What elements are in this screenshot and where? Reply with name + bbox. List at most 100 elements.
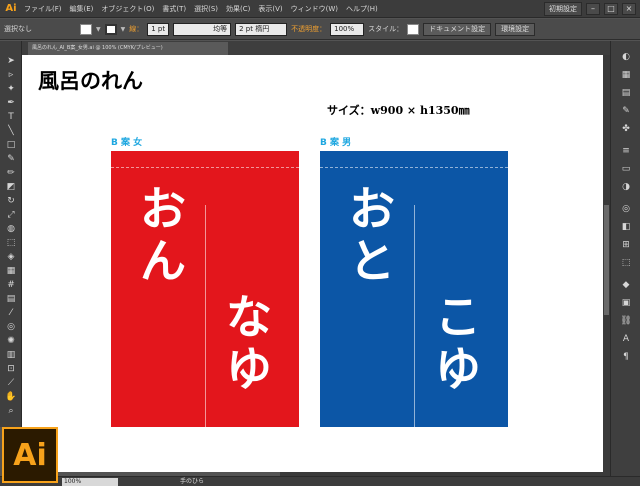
- curtain-split-line: [205, 205, 206, 427]
- type-tool-icon[interactable]: T: [5, 111, 17, 123]
- opacity-field[interactable]: 100%: [330, 22, 365, 36]
- scale-tool-icon[interactable]: ⤢: [5, 209, 17, 221]
- slice-tool-icon[interactable]: ⟋: [5, 377, 17, 389]
- transform-panel-icon[interactable]: ⬚: [620, 257, 632, 269]
- fill-swatch[interactable]: [80, 23, 92, 35]
- blend-tool-icon[interactable]: ◎: [5, 321, 17, 333]
- noren-male[interactable]: おと こゆ: [320, 151, 508, 427]
- illustrator-logo-badge: Ai: [2, 427, 58, 483]
- workspace-switcher[interactable]: 初期設定: [544, 2, 582, 16]
- illustrator-window: Ai ファイル(F) 編集(E) オブジェクト(O) 書式(T) 選択(S) 効…: [0, 0, 640, 486]
- hand-tool-icon[interactable]: ✋: [5, 391, 17, 403]
- links-panel-icon[interactable]: ⛓: [620, 315, 632, 327]
- document-tab[interactable]: 風呂のれん_AI_B案_女男.ai @ 100% (CMYK/プレビュー): [28, 42, 228, 55]
- maximize-icon[interactable]: □: [604, 3, 618, 15]
- symbol-sprayer-tool-icon[interactable]: ✺: [5, 335, 17, 347]
- direct-selection-tool-icon[interactable]: ▹: [5, 69, 17, 81]
- artboards-panel-icon[interactable]: ▣: [620, 297, 632, 309]
- menu-bar: Ai ファイル(F) 編集(E) オブジェクト(O) 書式(T) 選択(S) 効…: [0, 0, 640, 18]
- appearance-panel-icon[interactable]: ◎: [620, 203, 632, 215]
- rectangle-tool-icon[interactable]: □: [5, 139, 17, 151]
- magic-wand-icon[interactable]: ✦: [5, 83, 17, 95]
- graph-tool-icon[interactable]: ▥: [5, 349, 17, 361]
- current-tool-status: 手のひら: [180, 478, 205, 485]
- menu-file[interactable]: ファイル(F): [20, 0, 66, 18]
- selection-status: 選択なし: [4, 25, 32, 33]
- noren-text-upper: おん: [140, 182, 186, 288]
- brush-select[interactable]: 2 pt 楕円: [235, 22, 288, 36]
- menu-edit[interactable]: 編集(E): [66, 0, 98, 18]
- paragraph-panel-icon[interactable]: ¶: [620, 351, 632, 363]
- chevron-down-icon[interactable]: ▼: [121, 26, 126, 33]
- noren-text-upper: おと: [349, 182, 395, 288]
- opacity-label[interactable]: 不透明度：: [291, 24, 326, 34]
- stroke-panel-icon[interactable]: ≡: [620, 145, 632, 157]
- menu-window[interactable]: ウィンドウ(W): [287, 0, 342, 18]
- stroke-swatch[interactable]: [104, 23, 117, 35]
- eyedropper-tool-icon[interactable]: ⁄: [5, 307, 17, 319]
- status-bar: 100% 手のひら: [0, 476, 640, 486]
- layers-panel-icon[interactable]: ◆: [620, 279, 632, 291]
- free-transform-tool-icon[interactable]: ⬚: [5, 237, 17, 249]
- preferences-button[interactable]: 環境設定: [495, 22, 536, 36]
- zoom-level-field[interactable]: 100%: [62, 478, 118, 486]
- plan-label-female: B 案 女: [111, 138, 143, 148]
- chevron-down-icon[interactable]: ▼: [96, 26, 101, 33]
- eraser-tool-icon[interactable]: ◩: [5, 181, 17, 193]
- color-panel-icon[interactable]: ◐: [620, 51, 632, 63]
- scrollbar-thumb[interactable]: [604, 205, 609, 315]
- mesh-tool-icon[interactable]: #: [5, 279, 17, 291]
- close-icon[interactable]: ×: [622, 3, 636, 15]
- character-panel-icon[interactable]: A: [620, 333, 632, 345]
- panel-dock: ◐ ▦ ▤ ✎ ✤ ≡ ▭ ◑ ◎ ◧ ⊞ ⬚ ◆ ▣ ⛓ A ¶: [610, 41, 640, 476]
- selection-tool-icon[interactable]: ➤: [5, 55, 17, 67]
- tools-panel: ➤ ▹ ✦ ✒ T ╲ □ ✎ ✏ ◩ ↻ ⤢ ◍ ⬚ ◈ ▦ # ▤ ⁄ ◎ …: [0, 41, 22, 427]
- transparency-panel-icon[interactable]: ◑: [620, 181, 632, 193]
- artwork-title: 風呂のれん: [38, 68, 143, 93]
- plan-label-male: B 案 男: [320, 138, 352, 148]
- gradient-panel-icon[interactable]: ▭: [620, 163, 632, 175]
- menu-type[interactable]: 書式(T): [158, 0, 190, 18]
- menu-select[interactable]: 選択(S): [190, 0, 222, 18]
- style-label: スタイル：: [368, 25, 404, 33]
- menu-effect[interactable]: 効果(C): [222, 0, 254, 18]
- document-tab-strip: 風呂のれん_AI_B案_女男.ai @ 100% (CMYK/プレビュー): [22, 41, 610, 55]
- minimize-icon[interactable]: –: [586, 3, 600, 15]
- vertical-scrollbar[interactable]: [603, 55, 610, 472]
- gradient-tool-icon[interactable]: ▤: [5, 293, 17, 305]
- graphic-styles-panel-icon[interactable]: ◧: [620, 221, 632, 233]
- brushes-panel-icon[interactable]: ✎: [620, 105, 632, 117]
- pencil-tool-icon[interactable]: ✏: [5, 167, 17, 179]
- size-label: サイズ：w900 × h1350㎜: [327, 104, 470, 117]
- control-bar: 選択なし ▼ ▼ 線： 1 pt 均等 2 pt 楕円 不透明度： 100% ス…: [0, 19, 640, 40]
- align-panel-icon[interactable]: ⊞: [620, 239, 632, 251]
- fold-guide-line: [320, 167, 508, 168]
- fold-guide-line: [111, 167, 299, 168]
- shape-builder-tool-icon[interactable]: ◈: [5, 251, 17, 263]
- app-logo: Ai: [5, 3, 17, 14]
- symbols-panel-icon[interactable]: ✤: [620, 123, 632, 135]
- menu-view[interactable]: 表示(V): [254, 0, 286, 18]
- menu-help[interactable]: ヘルプ(H): [342, 0, 382, 18]
- pen-tool-icon[interactable]: ✒: [5, 97, 17, 109]
- warp-tool-icon[interactable]: ◍: [5, 223, 17, 235]
- window-controls: 初期設定 – □ ×: [544, 2, 636, 16]
- style-swatch[interactable]: [407, 23, 420, 35]
- paintbrush-tool-icon[interactable]: ✎: [5, 153, 17, 165]
- stroke-weight-field[interactable]: 1 pt: [147, 22, 170, 36]
- noren-text-lower: なゆ: [226, 290, 272, 396]
- line-tool-icon[interactable]: ╲: [5, 125, 17, 137]
- stroke-profile-select[interactable]: 均等: [173, 22, 232, 36]
- curtain-split-line: [414, 205, 415, 427]
- menu-object[interactable]: オブジェクト(O): [97, 0, 158, 18]
- rotate-tool-icon[interactable]: ↻: [5, 195, 17, 207]
- stroke-label[interactable]: 線：: [129, 24, 143, 34]
- artboard-canvas[interactable]: 風呂のれん サイズ：w900 × h1350㎜ B 案 女 おん なゆ B 案 …: [22, 55, 610, 472]
- swatches-panel-icon[interactable]: ▤: [620, 87, 632, 99]
- document-settings-button[interactable]: ドキュメント設定: [423, 22, 492, 36]
- perspective-grid-tool-icon[interactable]: ▦: [5, 265, 17, 277]
- artboard-tool-icon[interactable]: ⊡: [5, 363, 17, 375]
- noren-female[interactable]: おん なゆ: [111, 151, 299, 427]
- color-guide-panel-icon[interactable]: ▦: [620, 69, 632, 81]
- zoom-tool-icon[interactable]: ⌕: [5, 405, 17, 417]
